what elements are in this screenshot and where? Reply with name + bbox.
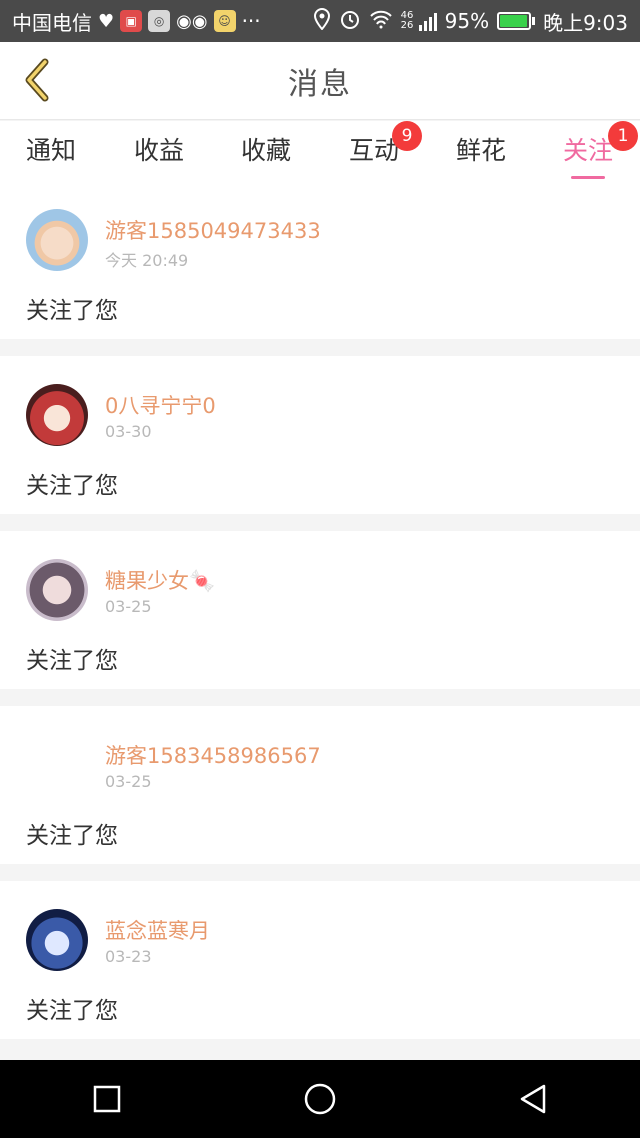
tab-flowers[interactable]: 鲜花	[455, 131, 507, 175]
timestamp: 03-25	[105, 772, 152, 791]
tab-label: 收藏	[240, 136, 291, 165]
square-icon	[93, 1085, 120, 1113]
header: 消息	[0, 42, 640, 120]
tab-interactions[interactable]: 互动 9	[348, 121, 422, 175]
avatar[interactable]	[26, 734, 88, 796]
message-text: 关注了您	[26, 823, 118, 849]
username[interactable]: 糖果少女🍬	[105, 565, 215, 595]
username[interactable]: 0八寻宁宁0	[105, 390, 216, 420]
unread-badge: 9	[392, 121, 422, 151]
tab-label: 收益	[133, 136, 184, 165]
battery-icon	[497, 12, 536, 30]
wifi-icon	[369, 9, 393, 34]
chevron-left-icon	[25, 58, 49, 102]
username[interactable]: 蓝念蓝寒月	[105, 915, 210, 945]
tab-label: 互动	[348, 136, 399, 165]
avatar[interactable]	[26, 209, 88, 271]
clock-time: 晚上9:03	[543, 10, 628, 35]
timestamp: 03-30	[105, 422, 152, 441]
recents-button[interactable]	[77, 1069, 137, 1129]
tab-follows[interactable]: 关注 1	[562, 121, 638, 179]
follow-list: 游客1585049473433 今天 20:49 关注了您 0八寻宁宁0 03-…	[0, 181, 640, 1056]
network-type-label: 46 26	[400, 10, 414, 31]
location-icon	[313, 7, 331, 35]
status-right: 46 26 95% 晚上9:03	[313, 7, 628, 36]
wechat-icon: ◉◉	[176, 10, 208, 32]
list-item[interactable]: 游客1585049473433 今天 20:49 关注了您	[0, 181, 640, 339]
alarm-icon	[339, 8, 361, 35]
tab-label: 通知	[25, 136, 76, 165]
list-item[interactable]: 糖果少女🍬 03-25 关注了您	[0, 531, 640, 689]
message-text: 关注了您	[26, 298, 118, 324]
tab-bar: 通知 收益 收藏 互动 9 鲜花 关注 1	[0, 121, 640, 181]
browser-app-icon: ◎	[148, 10, 171, 32]
status-left: 中国电信 ♥ ▣ ◎ ◉◉ ☺ ···	[12, 7, 313, 36]
shopping-app-icon: ▣	[120, 10, 143, 32]
battery-fill	[500, 15, 527, 27]
carrier-label: 中国电信	[12, 10, 92, 35]
chat-app-icon: ☺	[213, 10, 236, 32]
avatar[interactable]	[26, 909, 88, 971]
timestamp: 今天 20:49	[105, 251, 189, 270]
avatar[interactable]	[26, 559, 88, 621]
username[interactable]: 游客1585049473433	[105, 215, 321, 245]
battery-percent: 95%	[444, 9, 490, 33]
list-item[interactable]: 0八寻宁宁0 03-30 关注了您	[0, 356, 640, 514]
tab-label: 鲜花	[455, 136, 506, 165]
active-tab-indicator	[571, 176, 605, 179]
status-bar: 中国电信 ♥ ▣ ◎ ◉◉ ☺ ··· 46 26 95% 晚上9:03	[0, 0, 640, 42]
back-button[interactable]	[14, 56, 62, 104]
timestamp: 03-25	[105, 597, 152, 616]
tab-notifications[interactable]: 通知	[25, 131, 77, 175]
heart-rate-icon: ♥	[98, 10, 115, 32]
message-text: 关注了您	[26, 648, 118, 674]
list-item[interactable]: 蓝念蓝寒月 03-23 关注了您	[0, 881, 640, 1039]
circle-icon	[304, 1083, 336, 1115]
tab-favorites[interactable]: 收藏	[240, 131, 292, 175]
unread-badge: 1	[608, 121, 638, 151]
tab-label: 关注	[562, 136, 613, 165]
home-button[interactable]	[290, 1069, 350, 1129]
username[interactable]: 游客1583458986567	[105, 740, 321, 770]
more-notifications-icon: ···	[241, 9, 261, 33]
triangle-back-icon	[521, 1084, 546, 1114]
message-text: 关注了您	[26, 998, 118, 1024]
timestamp: 03-23	[105, 947, 152, 966]
tab-earnings[interactable]: 收益	[133, 131, 185, 175]
system-nav-bar	[0, 1060, 640, 1138]
message-text: 关注了您	[26, 473, 118, 499]
page-title: 消息	[288, 66, 352, 102]
signal-icon: 46 26	[401, 11, 437, 31]
back-nav-button[interactable]	[503, 1069, 563, 1129]
list-item[interactable]: 游客1583458986567 03-25 关注了您	[0, 706, 640, 864]
avatar[interactable]	[26, 384, 88, 446]
